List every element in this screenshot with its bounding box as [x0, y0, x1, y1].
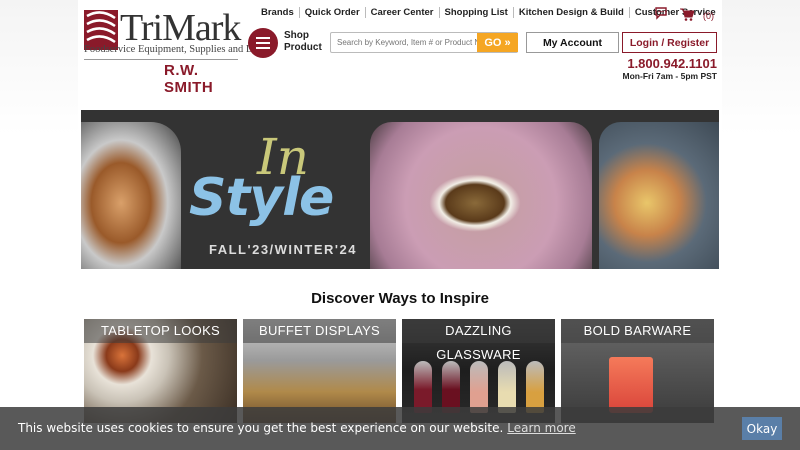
nav-career-center[interactable]: Career Center — [366, 7, 440, 18]
banner-food-image — [429, 174, 521, 232]
cart-icon[interactable] — [680, 8, 694, 21]
cookie-banner: This website uses cookies to ensure you … — [0, 407, 800, 450]
hamburger-icon — [256, 37, 270, 39]
banner-appetizer-image — [599, 122, 719, 269]
banner-pan-image — [81, 122, 181, 269]
page-container: TriMark Foodservice Equipment, Supplies … — [78, 0, 722, 450]
shop-product-menu-button[interactable] — [248, 28, 278, 58]
logo-divider — [84, 59, 238, 60]
in-style-banner[interactable]: In Style FALL'23/WINTER'24 — [81, 110, 719, 269]
nav-shopping-list[interactable]: Shopping List — [440, 7, 514, 18]
shop-product-label[interactable]: Shop Product — [284, 30, 322, 54]
logo-tagline: Foodservice Equipment, Supplies and Desi… — [84, 44, 276, 55]
chat-icon[interactable] — [654, 6, 668, 20]
cookie-message: This website uses cookies to ensure you … — [18, 421, 576, 435]
nav-quick-order[interactable]: Quick Order — [300, 7, 366, 18]
login-register-button[interactable]: Login / Register — [622, 32, 717, 53]
logo-subbrand: R.W. SMITH — [164, 62, 214, 96]
phone-hours: Mon-Fri 7am - 5pm PST — [622, 71, 717, 81]
cart-count[interactable]: (0) — [703, 11, 714, 21]
inspire-heading: Discover Ways to Inspire — [311, 290, 489, 307]
my-account-button[interactable]: My Account — [526, 32, 619, 53]
phone-contact: 1.800.942.1101 Mon-Fri 7am - 5pm PST — [623, 56, 717, 81]
cookie-okay-button[interactable]: Okay — [742, 417, 782, 440]
nav-kitchen-design[interactable]: Kitchen Design & Build — [514, 7, 630, 18]
search-go-button[interactable]: GO » — [477, 33, 518, 52]
trimark-logo[interactable]: TriMark Foodservice Equipment, Supplies … — [84, 7, 276, 96]
phone-number[interactable]: 1.800.942.1101 — [623, 56, 717, 71]
banner-season: FALL'23/WINTER'24 — [209, 242, 357, 257]
cookie-learn-more-link[interactable]: Learn more — [507, 421, 575, 435]
banner-title: In Style FALL'23/WINTER'24 — [189, 128, 357, 257]
top-navigation: Brands Quick Order Career Center Shoppin… — [256, 7, 721, 18]
nav-brands[interactable]: Brands — [256, 7, 300, 18]
